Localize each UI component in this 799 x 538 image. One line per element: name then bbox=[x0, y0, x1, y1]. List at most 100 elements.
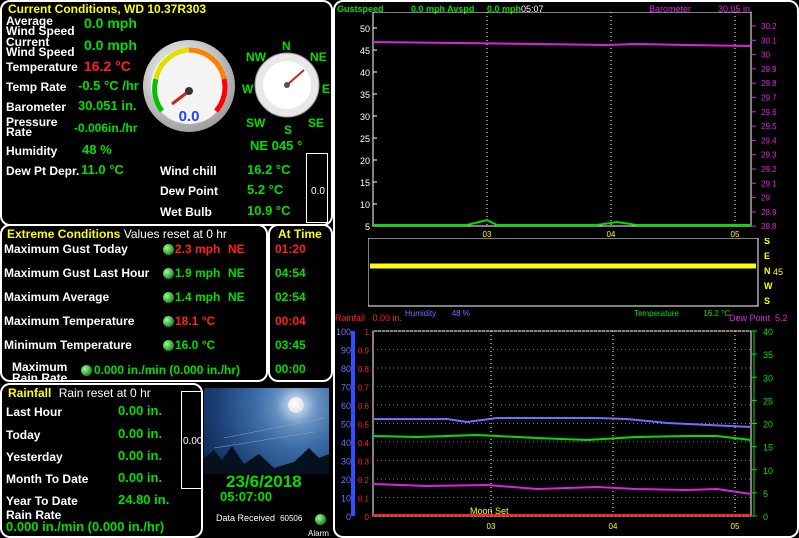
barometer-value: 30.051 in. bbox=[78, 98, 137, 113]
top-left-tick-label: 10 bbox=[360, 200, 370, 210]
top-right-tick-label: 29.9 bbox=[761, 65, 777, 74]
rain-tick-label: 0 bbox=[365, 513, 370, 522]
extreme-row-time: 03:45 bbox=[275, 338, 306, 352]
humidity-tick-label: 70 bbox=[341, 383, 351, 393]
wind-direction-graph: SENWS45 bbox=[368, 238, 783, 307]
compass-ne: NE bbox=[310, 50, 327, 64]
extreme-row-label: Maximum Gust Today bbox=[4, 242, 128, 256]
top-left-tick-label: 5 bbox=[365, 222, 370, 232]
rain-tick-label: 1 bbox=[365, 328, 370, 337]
rain-graph-label: Rainfall 0.00 in. bbox=[335, 313, 403, 323]
humidity-tick-label: 10 bbox=[341, 494, 351, 504]
compass-n: N bbox=[282, 39, 291, 53]
dir-axis-label: E bbox=[764, 251, 770, 261]
temp-tick-label: 15 bbox=[763, 443, 773, 453]
wetbulb-label: Wet Bulb bbox=[160, 205, 212, 219]
compass-nw: NW bbox=[246, 50, 266, 64]
temp-tick-label: 10 bbox=[763, 466, 773, 476]
extreme-row-time: 02:54 bbox=[275, 290, 306, 304]
top-right-tick-label: 29.1 bbox=[761, 179, 777, 188]
top-right-tick-label: 30 bbox=[761, 51, 770, 60]
top-right-tick-label: 29.3 bbox=[761, 151, 777, 160]
alarm-indicator-icon[interactable] bbox=[315, 514, 326, 525]
rainfall-title-row: Rainfall Rain reset at 0 hr bbox=[8, 387, 151, 399]
temp-tick-label: 0 bbox=[763, 512, 768, 522]
rain-tick-label: 0.6 bbox=[358, 402, 370, 411]
temp-tick-label: 30 bbox=[763, 373, 773, 383]
wind-speed-gauge: 0.0 bbox=[143, 40, 235, 132]
dewpoint-graph-value: 5.2 bbox=[775, 313, 788, 323]
extreme-indicator-icon[interactable] bbox=[163, 316, 174, 327]
rain-today-value: 0.00 in. bbox=[118, 426, 163, 441]
temp-humidity-graph: 100 190 0.980 0.870 0.760 0.650 0.540 0.430 0.32… bbox=[337, 327, 773, 531]
current-conditions-panel: Current Conditions, WD 10.37R303 Average… bbox=[0, 0, 333, 226]
cur-wind-label: Current Wind Speed bbox=[6, 35, 75, 59]
dewpoint-value: 5.2 °C bbox=[247, 182, 284, 197]
at-time-panel: At Time 01:20 04:54 02:54 00:04 03:45 00:00 bbox=[268, 224, 333, 382]
temp-rate-label: Temp Rate bbox=[6, 80, 67, 94]
extreme-row-label: Maximum Temperature bbox=[4, 314, 135, 328]
top-right-tick-label: 29.2 bbox=[761, 165, 777, 174]
rain-last-hour-value: 0.00 in. bbox=[118, 403, 163, 418]
rain-graph-value: 0.00 in. bbox=[372, 313, 403, 323]
tree-silhouette bbox=[204, 417, 329, 474]
rainfall-panel: Rainfall Rain reset at 0 hr Last Hour 0.… bbox=[0, 383, 203, 538]
dewpoint-series-line bbox=[372, 483, 752, 495]
rain-tick-label: 0.8 bbox=[358, 365, 370, 374]
rain-year-label: Year To Date bbox=[6, 494, 78, 508]
compass-s: S bbox=[284, 123, 293, 137]
humidity-tick-label: 40 bbox=[341, 438, 351, 448]
rainfall-reset-note: Rain reset at 0 hr bbox=[58, 386, 151, 400]
status-date: 23/6/2018 bbox=[226, 472, 302, 491]
avg-wind-label: Average Wind Speed bbox=[6, 14, 75, 38]
extreme-row-time: 00:04 bbox=[275, 314, 306, 328]
extreme-indicator-icon[interactable] bbox=[163, 244, 174, 255]
extreme-indicator-icon[interactable] bbox=[163, 268, 174, 279]
rain-rate-value: 0.000 in./min (0.000 in./hr) bbox=[6, 519, 165, 534]
dir-value-label: 45 bbox=[773, 267, 783, 277]
top-right-tick-label: 29.4 bbox=[761, 136, 777, 145]
at-time-title: At Time bbox=[278, 227, 322, 241]
rain-yesterday-value: 0.00 in. bbox=[118, 448, 163, 463]
dewpoint-label: Dew Point bbox=[160, 184, 219, 198]
rain-tick-label: 0.5 bbox=[358, 421, 370, 430]
extreme-row-value: 2.3 mph bbox=[175, 242, 221, 256]
windchill-value: 16.2 °C bbox=[247, 162, 291, 177]
dir-axis-label: N bbox=[764, 266, 771, 276]
extreme-indicator-icon[interactable] bbox=[163, 340, 174, 351]
dir-axis-label: S bbox=[764, 238, 770, 246]
extreme-indicator-icon[interactable] bbox=[163, 292, 174, 303]
gust-series-line bbox=[373, 218, 751, 226]
humidity-tick-label: 60 bbox=[341, 401, 351, 411]
extreme-row-value: 16.0 °C bbox=[175, 338, 216, 352]
extreme-row-direction: NE bbox=[228, 266, 245, 280]
top-left-tick-label: 35 bbox=[360, 90, 370, 100]
rain-tick-label: 0.3 bbox=[358, 458, 370, 467]
temp-tick-label: 5 bbox=[763, 489, 768, 499]
extreme-row-value: 1.4 mph bbox=[175, 290, 221, 304]
extreme-title-row: Extreme Conditions Values reset at 0 hr bbox=[7, 228, 227, 240]
rain-tick-label: 0.9 bbox=[358, 347, 370, 356]
windchill-label: Wind chill bbox=[160, 164, 217, 178]
dir-axis-label: W bbox=[764, 281, 773, 291]
rain-tick-label: 0.4 bbox=[358, 439, 370, 448]
rain-side-box: 0.00 bbox=[181, 391, 203, 489]
side-bar-value: 0.0 bbox=[311, 186, 325, 197]
compass-w: W bbox=[242, 82, 254, 96]
temp-tick-label: 25 bbox=[763, 396, 773, 406]
extreme-indicator-icon[interactable] bbox=[81, 365, 92, 376]
bottom-x-tick-label: 05 bbox=[731, 522, 740, 531]
rainfall-title: Rainfall bbox=[8, 386, 52, 400]
extreme-reset-note: Values reset at 0 hr bbox=[123, 227, 227, 241]
humidity-tick-label: 0 bbox=[346, 512, 351, 522]
humidity-tick-label: 30 bbox=[341, 457, 351, 467]
extreme-row-time: 04:54 bbox=[275, 266, 306, 280]
extreme-row-value: 1.9 mph bbox=[175, 266, 221, 280]
temperature-series-line bbox=[372, 433, 752, 442]
top-right-tick-label: 29.8 bbox=[761, 79, 777, 88]
data-received-label: Data Received 60506 bbox=[216, 513, 303, 523]
rain-month-value: 0.00 in. bbox=[118, 470, 163, 485]
extreme-row-label: Minimum Temperature bbox=[4, 338, 132, 352]
humidity-graph-label: Humidity 48 % bbox=[405, 309, 470, 318]
extreme-row-label: Maximum Rain Rate bbox=[12, 360, 68, 385]
